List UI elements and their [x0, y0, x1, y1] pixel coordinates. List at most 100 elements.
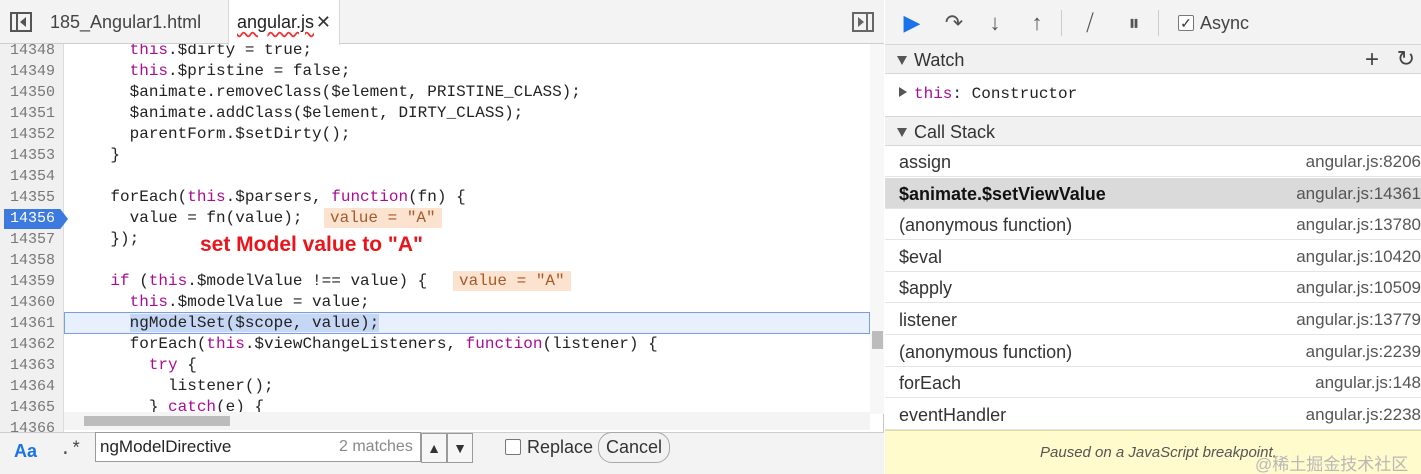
- call-stack-section-header[interactable]: Call Stack: [885, 116, 1421, 146]
- code-line[interactable]: value = fn(value);: [72, 208, 303, 229]
- code-line[interactable]: this.$modelValue = value;: [72, 292, 370, 313]
- line-number[interactable]: 14356: [0, 208, 64, 229]
- cancel-button[interactable]: Cancel: [598, 432, 670, 463]
- deactivate-breakpoints-icon[interactable]: ⧸: [1075, 10, 1105, 36]
- step-into-icon[interactable]: ↓: [980, 10, 1010, 36]
- vertical-scroll-thumb[interactable]: [872, 331, 883, 349]
- call-frame-location[interactable]: angular.js:10420: [1296, 247, 1421, 267]
- keyword-token: this: [129, 44, 169, 59]
- tab-angular-js[interactable]: angular.js ✕: [228, 0, 340, 45]
- code-line[interactable]: $animate.removeClass($element, PRISTINE_…: [72, 82, 581, 103]
- code-line[interactable]: forEach(this.$viewChangeListeners, funct…: [72, 334, 658, 355]
- watch-item[interactable]: this: Constructor: [885, 76, 1421, 116]
- call-frame-function: forEach: [899, 373, 962, 394]
- replace-checkbox[interactable]: [505, 439, 521, 455]
- annotation-label: set Model value to "A": [200, 233, 423, 256]
- collapsed-triangle-icon[interactable]: [899, 87, 907, 97]
- line-number[interactable]: 14348: [0, 44, 64, 61]
- line-number[interactable]: 14350: [0, 82, 64, 103]
- line-number[interactable]: 14364: [0, 376, 64, 397]
- call-frame-location[interactable]: angular.js:13780: [1296, 215, 1421, 235]
- navigator-toggle-icon[interactable]: [10, 12, 32, 32]
- step-out-icon[interactable]: ↑: [1022, 10, 1052, 36]
- paused-message: Paused on a JavaScript breakpoint.: [1040, 444, 1277, 461]
- code-line[interactable]: if (this.$modelValue !== value) {: [72, 271, 427, 292]
- refresh-watch-icon[interactable]: ↻: [1397, 46, 1415, 72]
- code-line[interactable]: try {: [72, 355, 197, 376]
- code-line[interactable]: });: [72, 229, 139, 250]
- call-frame-location[interactable]: angular.js:13779: [1296, 310, 1421, 330]
- show-debugger-icon[interactable]: [852, 12, 874, 32]
- call-frame[interactable]: $apply angular.js:10509: [885, 272, 1421, 304]
- resume-icon[interactable]: ▶︎: [897, 10, 927, 36]
- line-number[interactable]: 14353: [0, 145, 64, 166]
- step-over-icon[interactable]: ↷: [939, 10, 969, 36]
- chevron-up-icon: ▲: [427, 440, 441, 456]
- horizontal-scroll-thumb[interactable]: [84, 416, 230, 426]
- tab-185-angular1-html[interactable]: 185_Angular1.html: [36, 0, 228, 44]
- call-frame-location[interactable]: angular.js:2238: [1306, 405, 1421, 425]
- watch-value: Constructor: [971, 85, 1078, 103]
- code-line[interactable]: this.$pristine = false;: [72, 61, 351, 82]
- call-frame[interactable]: $eval angular.js:10420: [885, 241, 1421, 272]
- async-checkbox[interactable]: ✓: [1178, 15, 1194, 31]
- watch-name: this: [914, 85, 953, 103]
- call-frame-function: eventHandler: [899, 404, 1007, 425]
- code-line[interactable]: $animate.addClass($element, DIRTY_CLASS)…: [72, 103, 524, 124]
- async-label: Async: [1200, 13, 1250, 33]
- code-line[interactable]: }: [72, 145, 120, 166]
- call-frame[interactable]: forEach angular.js:148: [885, 367, 1421, 399]
- close-tab-icon[interactable]: ✕: [316, 0, 331, 44]
- paused-banner: Paused on a JavaScript breakpoint. @稀土掘金…: [885, 430, 1421, 474]
- call-frame-location[interactable]: angular.js:14361: [1296, 184, 1421, 204]
- call-frame-location[interactable]: angular.js:8206: [1306, 152, 1421, 172]
- keyword-token: this: [206, 335, 245, 353]
- line-number[interactable]: 14355: [0, 187, 64, 208]
- call-frame[interactable]: (anonymous function) angular.js:2239: [885, 336, 1421, 367]
- line-number[interactable]: 14357: [0, 229, 64, 250]
- line-number[interactable]: 14351: [0, 103, 64, 124]
- call-stack-title: Call Stack: [914, 122, 996, 142]
- keyword-token: this: [148, 272, 188, 290]
- line-number[interactable]: 14359: [0, 271, 64, 292]
- editor-tab-bar: 185_Angular1.html angular.js ✕: [0, 0, 884, 45]
- line-number[interactable]: 14366: [0, 418, 64, 432]
- code-line[interactable]: this.$dirty = true;: [72, 44, 312, 61]
- line-number[interactable]: 14354: [0, 166, 64, 187]
- call-frame-location[interactable]: angular.js:148: [1315, 373, 1421, 393]
- call-frame[interactable]: listener angular.js:13779: [885, 304, 1421, 335]
- line-number[interactable]: 14349: [0, 61, 64, 82]
- call-frame[interactable]: eventHandler angular.js:2238: [885, 399, 1421, 430]
- toolbar-divider: [1061, 10, 1062, 36]
- call-frame-location[interactable]: angular.js:2239: [1306, 342, 1421, 362]
- search-previous-button[interactable]: ▲: [421, 433, 447, 463]
- pause-on-exceptions-icon[interactable]: ⏸: [1119, 10, 1149, 36]
- call-frame-location[interactable]: angular.js:10509: [1296, 278, 1421, 298]
- line-number[interactable]: 14362: [0, 334, 64, 355]
- call-frame[interactable]: $animate.$setViewValue angular.js:14361: [885, 177, 1421, 209]
- code-line[interactable]: forEach(this.$parsers, function(fn) {: [72, 187, 465, 208]
- line-number[interactable]: 14352: [0, 124, 64, 145]
- line-number[interactable]: 14365: [0, 397, 64, 418]
- code-line[interactable]: parentForm.$setDirty();: [72, 124, 351, 145]
- code-line[interactable]: listener();: [72, 376, 274, 397]
- sources-editor-pane: 185_Angular1.html angular.js ✕ 14348 1434…: [0, 0, 884, 474]
- call-frame-function: assign: [899, 152, 952, 172]
- search-next-button[interactable]: ▼: [447, 433, 473, 463]
- code-line[interactable]: ngModelSet($scope, value);: [72, 313, 380, 334]
- line-number[interactable]: 14361: [0, 313, 64, 334]
- code-editor[interactable]: 14348 14349 14350 14351 14352 14353 14354 14355…: [0, 44, 870, 432]
- keyword-token: this: [187, 188, 226, 206]
- line-number[interactable]: 14358: [0, 250, 64, 271]
- line-number[interactable]: 14363: [0, 355, 64, 376]
- tab-label: 185_Angular1.html: [50, 12, 202, 32]
- regex-button[interactable]: .*: [60, 440, 82, 460]
- call-frame[interactable]: assign angular.js:8206: [885, 146, 1421, 177]
- line-number-gutter[interactable]: 14348 14349 14350 14351 14352 14353 14354 14355…: [0, 44, 68, 432]
- editor-vertical-scrollbar[interactable]: [870, 44, 884, 414]
- match-case-button[interactable]: Aa: [14, 441, 37, 462]
- watch-section-header[interactable]: Watch + ↻: [885, 44, 1421, 74]
- line-number[interactable]: 14360: [0, 292, 64, 313]
- call-frame[interactable]: (anonymous function) angular.js:13780: [885, 209, 1421, 241]
- add-watch-icon[interactable]: +: [1365, 46, 1379, 74]
